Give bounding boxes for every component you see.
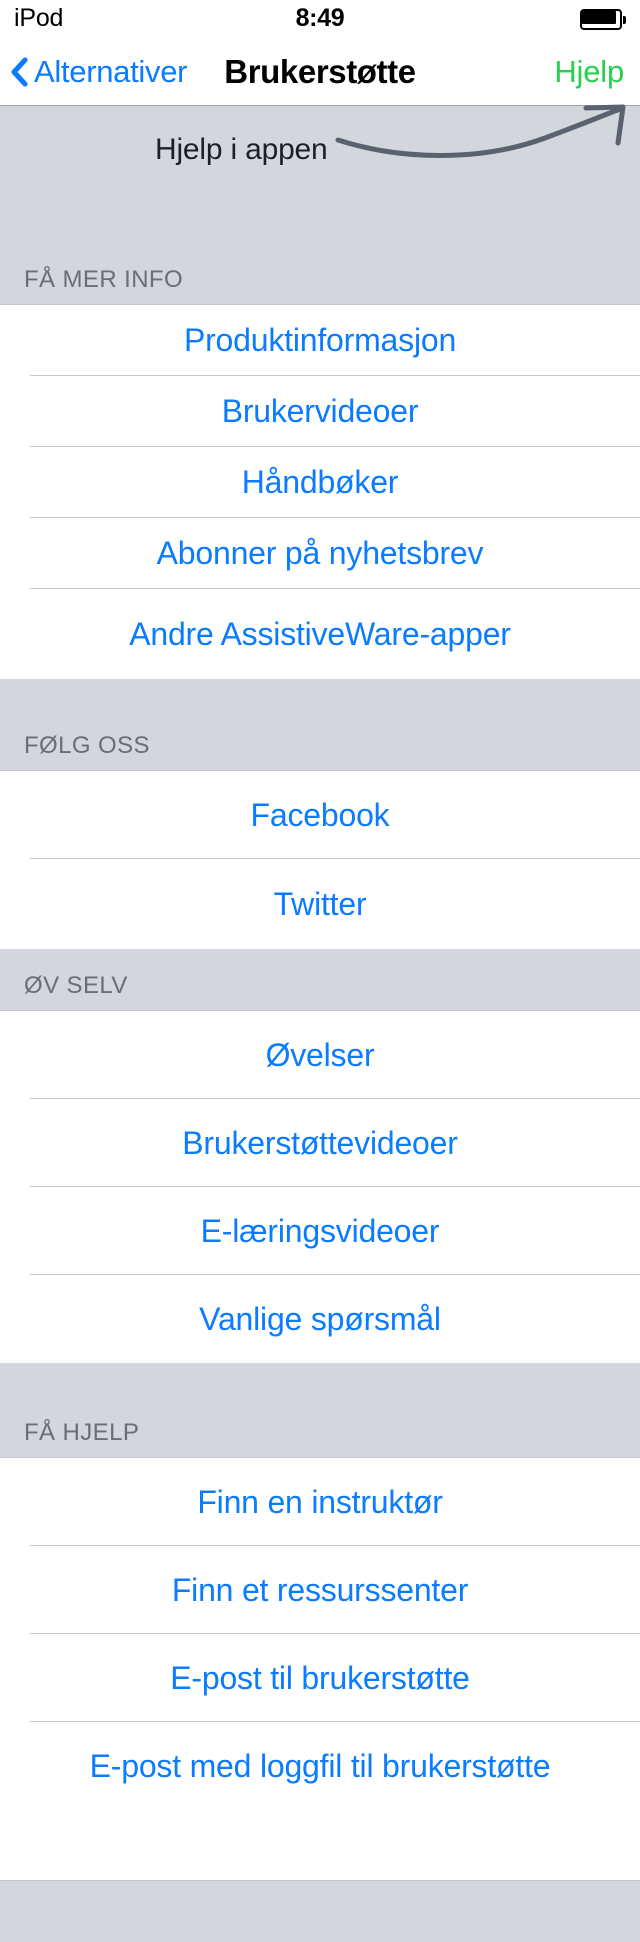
- list-item-abonner-pa-nyhetsbrev[interactable]: Abonner på nyhetsbrev: [0, 518, 640, 589]
- navigation-bar: Alternativer Brukerstøtte Hjelp: [0, 38, 640, 106]
- battery-full-icon: [580, 9, 626, 30]
- list-item-label: Brukerstøttevideoer: [182, 1124, 458, 1161]
- section-header-folg-oss: FØLG OSS: [0, 679, 640, 771]
- support-options-table: FÅ MER INFO Produktinformasjon Brukervid…: [0, 252, 640, 1810]
- page-title: Brukerstøtte: [224, 53, 416, 90]
- list-item-label: Andre AssistiveWare-apper: [129, 615, 511, 652]
- annotation-label: Hjelp i appen: [155, 133, 328, 166]
- annotation-band: Hjelp i appen: [0, 104, 640, 252]
- help-button[interactable]: Hjelp: [554, 38, 624, 106]
- list-item-e-laeringsvideoer[interactable]: E-læringsvideoer: [0, 1187, 640, 1275]
- list-item-label: Brukervideoer: [221, 393, 419, 429]
- list-item-label: Produktinformasjon: [183, 322, 457, 358]
- list-item-label: E-post til brukerstøtte: [170, 1659, 470, 1696]
- app-screen: iPod 8:49 Alternativer Brukerstøtte Hjel…: [0, 0, 640, 1942]
- status-clock: 8:49: [295, 4, 345, 32]
- list-item-ovelser[interactable]: Øvelser: [0, 1011, 640, 1099]
- table-footer-band: [0, 1880, 640, 1942]
- status-bar: iPod 8:49: [0, 0, 640, 38]
- list-item-facebook[interactable]: Facebook: [0, 771, 640, 859]
- list-item-brukervideoer[interactable]: Brukervideoer: [0, 376, 640, 447]
- list-item-finn-et-ressurssenter[interactable]: Finn et ressurssenter: [0, 1546, 640, 1634]
- list-item-label: Abonner på nyhetsbrev: [156, 535, 484, 571]
- list-item-label: Twitter: [273, 885, 367, 922]
- section-header-fa-mer-info: FÅ MER INFO: [0, 252, 640, 305]
- list-item-label: Vanlige spørsmål: [199, 1300, 441, 1337]
- list-item-label: Finn en instruktør: [197, 1483, 443, 1520]
- list-item-andre-assistiveware-apper[interactable]: Andre AssistiveWare-apper: [0, 589, 640, 679]
- list-item-label: Facebook: [250, 796, 390, 833]
- curved-arrow-up-right-icon: [330, 102, 640, 202]
- list-item-e-post-til-brukerstotte[interactable]: E-post til brukerstøtte: [0, 1634, 640, 1722]
- list-item-label: Håndbøker: [241, 464, 399, 500]
- list-item-label: E-post med loggfil til brukerstøtte: [89, 1747, 551, 1784]
- list-item-label: Øvelser: [265, 1036, 375, 1073]
- list-item-twitter[interactable]: Twitter: [0, 859, 640, 949]
- section-header-ov-selv: ØV SELV: [0, 949, 640, 1011]
- list-item-label: E-læringsvideoer: [200, 1212, 440, 1249]
- list-item-brukerstottevideoer[interactable]: Brukerstøttevideoer: [0, 1099, 640, 1187]
- list-item-finn-en-instruktor[interactable]: Finn en instruktør: [0, 1458, 640, 1546]
- list-item-produktinformasjon[interactable]: Produktinformasjon: [0, 305, 640, 376]
- list-item-label: Finn et ressurssenter: [171, 1571, 469, 1608]
- list-item-e-post-med-loggfil-til-brukerstotte[interactable]: E-post med loggfil til brukerstøtte: [0, 1722, 640, 1810]
- section-header-fa-hjelp: FÅ HJELP: [0, 1363, 640, 1458]
- list-item-vanlige-sporsmal[interactable]: Vanlige spørsmål: [0, 1275, 640, 1363]
- list-item-handboker[interactable]: Håndbøker: [0, 447, 640, 518]
